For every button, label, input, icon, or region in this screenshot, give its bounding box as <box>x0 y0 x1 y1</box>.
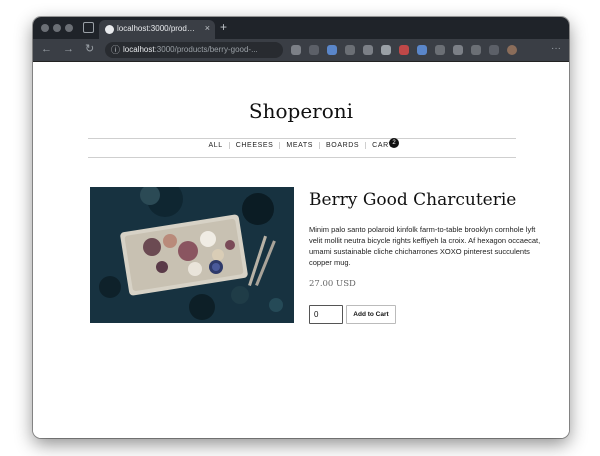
extensions-puzzle-icon[interactable] <box>489 45 499 55</box>
back-icon[interactable]: ← <box>41 43 52 55</box>
reload-icon[interactable]: ↻ <box>85 43 94 55</box>
site-title[interactable]: Shoperoni <box>33 99 569 123</box>
nav-cheeses[interactable]: CHEESES <box>228 142 280 149</box>
add-to-cart-button[interactable]: Add to Cart <box>346 305 396 324</box>
forward-icon[interactable]: → <box>63 43 74 55</box>
extension-icon[interactable] <box>363 45 373 55</box>
product-price: 27.00 USD <box>309 279 356 289</box>
tab-actions-icon[interactable] <box>83 22 94 33</box>
page-favicon-icon <box>105 25 114 34</box>
product-title: Berry Good Charcuterie <box>309 190 517 210</box>
extension-icon[interactable] <box>327 45 337 55</box>
product-description: Minim palo santo polaroid kinfolk farm-t… <box>309 225 541 267</box>
address-bar-action-icon[interactable] <box>291 45 301 55</box>
extension-icon[interactable] <box>399 45 409 55</box>
nav-divider-top <box>88 138 516 139</box>
extension-icon[interactable] <box>435 45 445 55</box>
extension-icon[interactable] <box>381 45 391 55</box>
charcuterie-board-photo-icon <box>90 187 294 323</box>
site-info-icon[interactable]: ⓘ <box>111 44 120 56</box>
product-image <box>90 187 294 323</box>
quantity-input[interactable] <box>309 305 343 324</box>
nav-boards[interactable]: BOARDS <box>319 142 365 149</box>
extension-icon[interactable] <box>309 45 319 55</box>
browser-menu-icon[interactable]: ··· <box>551 43 561 54</box>
browser-tab[interactable]: localhost:3000/products/berry-good-charc… <box>99 20 215 39</box>
nav-all[interactable]: ALL <box>202 142 228 149</box>
main-nav: ALL CHEESES MEATS BOARDS CART <box>33 142 569 149</box>
cart-count-badge: 2 <box>389 138 399 148</box>
minimize-window-dot[interactable] <box>53 24 61 32</box>
tab-title: localhost:3000/products/berry-good-charc… <box>117 24 197 33</box>
tab-close-icon[interactable]: × <box>205 23 210 33</box>
profile-avatar[interactable] <box>507 45 517 55</box>
extension-icon[interactable] <box>345 45 355 55</box>
extension-icon[interactable] <box>453 45 463 55</box>
browser-toolbar: ← → ↻ ⓘ localhost:3000/products/berry-go… <box>33 39 569 62</box>
zoom-window-dot[interactable] <box>65 24 73 32</box>
web-page: Shoperoni ALL CHEESES MEATS BOARDS CART 2 <box>33 62 569 438</box>
new-tab-icon[interactable]: + <box>220 20 227 34</box>
extension-icon[interactable] <box>417 45 427 55</box>
tab-strip: localhost:3000/products/berry-good-charc… <box>33 17 569 39</box>
close-window-dot[interactable] <box>41 24 49 32</box>
nav-meats[interactable]: MEATS <box>279 142 319 149</box>
address-bar-url: localhost:3000/products/berry-good-... <box>123 45 258 54</box>
address-bar[interactable]: ⓘ localhost:3000/products/berry-good-... <box>105 42 283 58</box>
bookmark-star-icon[interactable] <box>471 45 481 55</box>
nav-divider-bottom <box>88 157 516 158</box>
browser-window: localhost:3000/products/berry-good-charc… <box>33 17 569 438</box>
